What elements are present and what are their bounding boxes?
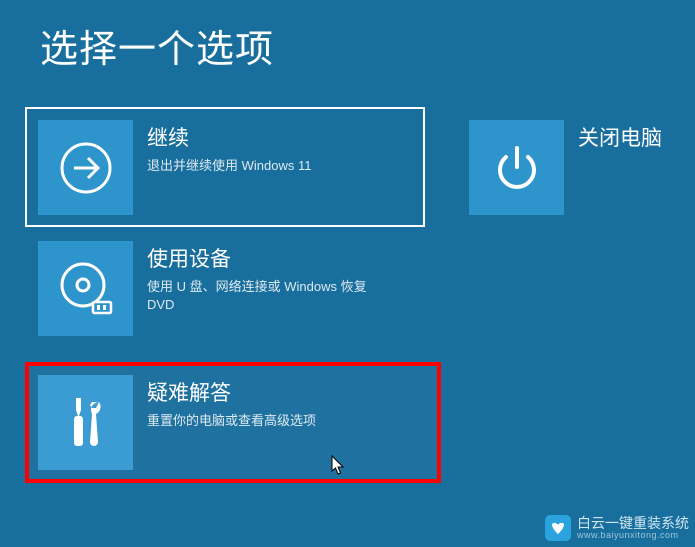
use-device-title: 使用设备	[147, 247, 397, 272]
troubleshoot-title: 疑难解答	[147, 381, 316, 406]
troubleshoot-tile[interactable]: 疑难解答 重置你的电脑或查看高级选项	[38, 375, 428, 470]
options-container: 继续 退出并继续使用 Windows 11 关闭电脑	[0, 73, 695, 483]
shutdown-tile[interactable]: 关闭电脑	[469, 107, 662, 215]
arrow-right-icon	[38, 120, 133, 215]
troubleshoot-subtitle: 重置你的电脑或查看高级选项	[147, 412, 316, 430]
continue-tile[interactable]: 继续 退出并继续使用 Windows 11	[25, 107, 425, 227]
shutdown-title: 关闭电脑	[578, 126, 662, 151]
watermark-brand: 白云一键重装系统	[577, 516, 689, 530]
watermark-badge-icon	[545, 515, 571, 541]
watermark: 白云一键重装系统 www.baiyunxitong.com	[545, 515, 689, 541]
page-title: 选择一个选项	[0, 0, 695, 73]
troubleshoot-highlight: 疑难解答 重置你的电脑或查看高级选项	[25, 362, 441, 483]
use-device-subtitle: 使用 U 盘、网络连接或 Windows 恢复 DVD	[147, 278, 397, 313]
use-device-tile[interactable]: 使用设备 使用 U 盘、网络连接或 Windows 恢复 DVD	[38, 241, 695, 336]
continue-subtitle: 退出并继续使用 Windows 11	[147, 157, 311, 175]
power-icon	[469, 120, 564, 215]
watermark-url: www.baiyunxitong.com	[577, 530, 689, 540]
disc-usb-icon	[38, 241, 133, 336]
continue-title: 继续	[147, 126, 311, 151]
tools-icon	[38, 375, 133, 470]
